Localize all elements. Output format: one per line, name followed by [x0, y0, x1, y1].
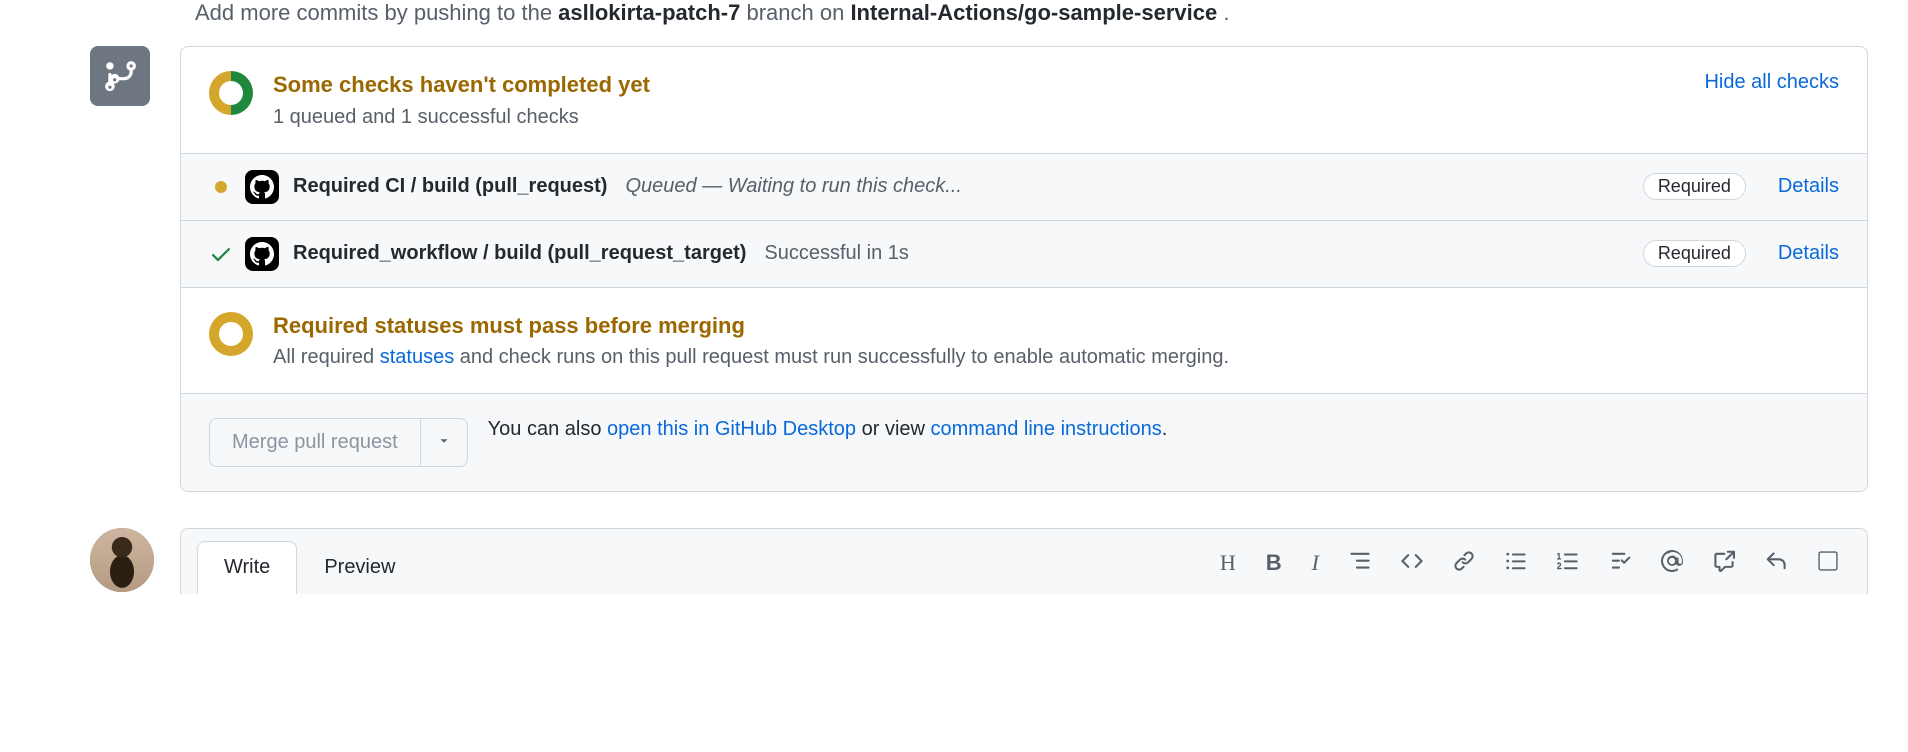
push-hint-suffix: . [1223, 0, 1229, 25]
status-donut-partial-icon [209, 71, 253, 115]
statuses-link[interactable]: statuses [380, 346, 454, 368]
quote-button[interactable] [1345, 546, 1375, 579]
caret-down-icon [437, 431, 451, 454]
list-ordered-icon [1557, 550, 1579, 575]
checks-summary-section: Some checks haven't completed yet 1 queu… [181, 47, 1867, 153]
merge-dropdown-button[interactable] [421, 418, 468, 467]
check-row: Required CI / build (pull_request) Queue… [181, 154, 1867, 220]
check-name: Required_workflow / build (pull_request_… [293, 242, 746, 265]
cross-reference-button[interactable] [1709, 546, 1739, 579]
merge-pull-request-button[interactable]: Merge pull request [209, 418, 421, 467]
open-github-desktop-link[interactable]: open this in GitHub Desktop [607, 418, 856, 440]
unordered-list-button[interactable] [1501, 546, 1531, 579]
check-details-link[interactable]: Details [1778, 175, 1839, 198]
merge-status-box: Some checks haven't completed yet 1 queu… [180, 46, 1868, 492]
merge-footer: Merge pull request You can also open thi… [181, 393, 1867, 491]
link-button[interactable] [1449, 546, 1479, 579]
reply-button[interactable] [1761, 546, 1791, 579]
tasklist-icon [1609, 550, 1631, 575]
mention-button[interactable] [1657, 546, 1687, 579]
github-actions-icon [245, 237, 279, 271]
required-statuses-title: Required statuses must pass before mergi… [273, 312, 1839, 341]
push-hint-repo: Internal-Actions/go-sample-service [850, 0, 1217, 25]
command-line-instructions-link[interactable]: command line instructions [931, 418, 1162, 440]
tab-write[interactable]: Write [197, 541, 297, 594]
hide-all-checks-link[interactable]: Hide all checks [1704, 71, 1839, 94]
check-row: Required_workflow / build (pull_request_… [181, 220, 1867, 287]
quote-icon [1349, 550, 1371, 575]
push-hint-prefix: Add more commits by pushing to the [195, 0, 558, 25]
heading-button[interactable]: H [1216, 546, 1240, 580]
reply-icon [1765, 550, 1787, 575]
check-details-link[interactable]: Details [1778, 242, 1839, 265]
tab-preview[interactable]: Preview [297, 541, 422, 594]
mention-icon [1661, 550, 1683, 575]
status-success-icon [209, 242, 233, 266]
push-hint-mid: branch on [746, 0, 850, 25]
merge-hint: You can also open this in GitHub Desktop… [488, 418, 1168, 441]
ordered-list-button[interactable] [1553, 546, 1583, 579]
italic-button[interactable]: I [1308, 546, 1323, 580]
list-unordered-icon [1505, 550, 1527, 575]
git-merge-icon [90, 46, 150, 106]
checks-list: Required CI / build (pull_request) Queue… [181, 153, 1867, 287]
github-actions-icon [245, 170, 279, 204]
status-donut-pending-icon [209, 312, 253, 356]
code-button[interactable] [1397, 546, 1427, 579]
italic-icon: I [1312, 550, 1319, 576]
merge-hint-mid: or view [856, 418, 930, 440]
code-icon [1401, 550, 1423, 575]
heading-icon: H [1220, 550, 1236, 576]
push-hint: Add more commits by pushing to the asllo… [195, 0, 1868, 26]
bold-icon: B [1266, 550, 1282, 576]
required-badge: Required [1643, 173, 1746, 200]
checks-summary-title: Some checks haven't completed yet [273, 71, 1688, 100]
req-sub-prefix: All required [273, 346, 380, 368]
merge-hint-suffix: . [1162, 418, 1168, 440]
comment-box: Write Preview H B I [180, 528, 1868, 594]
status-pending-icon [215, 181, 227, 193]
check-name: Required CI / build (pull_request) [293, 175, 607, 198]
bold-button[interactable]: B [1262, 546, 1286, 580]
push-hint-branch: asllokirta-patch-7 [558, 0, 740, 25]
diff-expand-icon [1817, 550, 1839, 575]
check-status: Queued — Waiting to run this check... [625, 175, 1626, 198]
cross-reference-icon [1713, 550, 1735, 575]
required-badge: Required [1643, 240, 1746, 267]
required-statuses-section: Required statuses must pass before mergi… [181, 287, 1867, 394]
comment-tabs: Write Preview H B I [181, 529, 1867, 594]
required-statuses-subtitle: All required statuses and check runs on … [273, 346, 1839, 369]
fullscreen-button[interactable] [1813, 546, 1843, 579]
link-icon [1453, 550, 1475, 575]
check-status: Successful in 1s [764, 242, 1626, 265]
req-sub-suffix: and check runs on this pull request must… [454, 346, 1229, 368]
merge-hint-prefix: You can also [488, 418, 607, 440]
checks-summary-subtitle: 1 queued and 1 successful checks [273, 106, 1688, 129]
merge-button-group: Merge pull request [209, 418, 468, 467]
task-list-button[interactable] [1605, 546, 1635, 579]
comment-toolbar: H B I [1216, 546, 1851, 590]
user-avatar[interactable] [90, 528, 154, 592]
